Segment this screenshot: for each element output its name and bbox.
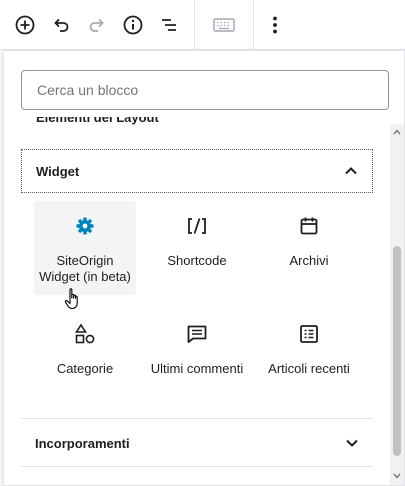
comment-icon [187, 325, 207, 343]
block-search-field[interactable] [21, 70, 389, 110]
info-icon [123, 15, 143, 35]
gear-icon [76, 217, 94, 235]
block-categories[interactable]: Categorie [34, 309, 136, 403]
keyboard-icon [213, 18, 235, 32]
block-label: Archivi [289, 253, 329, 268]
toolbar-separator [194, 0, 195, 50]
more-options-button[interactable] [257, 0, 293, 50]
section-divider [21, 418, 373, 419]
undo-icon [54, 18, 69, 32]
block-latest-comments[interactable]: Ultimi commenti [146, 309, 248, 403]
block-label: Articoli recenti [268, 361, 350, 376]
block-archives[interactable]: Archivi [258, 201, 360, 295]
info-button[interactable] [115, 0, 151, 50]
block-shortcode[interactable]: Shortcode [146, 201, 248, 295]
redo-icon [89, 18, 104, 32]
block-label: Ultimi commenti [150, 361, 244, 376]
plus-circle-icon [15, 15, 35, 35]
scroll-down-arrow-icon[interactable] [393, 472, 401, 480]
scrollbar[interactable] [390, 124, 404, 485]
shortcode-icon [188, 218, 206, 234]
layout-section-heading[interactable]: Elementi del Layout [36, 117, 159, 130]
widget-section-title: Widget [36, 163, 80, 179]
hand-pointer-cursor-icon [64, 288, 78, 310]
calendar-icon [300, 217, 318, 235]
more-vertical-icon [273, 16, 277, 34]
outline-button[interactable] [151, 0, 187, 50]
block-label: Shortcode [167, 253, 227, 268]
block-label: SiteOrigin Widget (in beta) [39, 253, 131, 284]
toolbar-separator [253, 0, 254, 50]
embeds-section-title: Incorporamenti [35, 435, 130, 451]
scrollbar-thumb[interactable] [393, 246, 401, 456]
chevron-down-icon [346, 439, 358, 447]
list-view-icon [300, 325, 318, 343]
list-icon [162, 19, 176, 31]
widget-section-toggle[interactable]: Widget [21, 149, 373, 193]
undo-button[interactable] [43, 0, 79, 50]
chevron-up-icon [345, 167, 357, 175]
block-latest-posts[interactable]: Articoli recenti [258, 309, 360, 403]
block-search-input[interactable] [37, 82, 373, 98]
keyboard-button[interactable] [206, 0, 242, 50]
scroll-up-arrow-icon[interactable] [393, 128, 401, 136]
editor-toolbar [0, 0, 405, 50]
section-divider [21, 466, 373, 467]
redo-button[interactable] [79, 0, 115, 50]
shapes-icon [75, 323, 95, 344]
block-inserter-panel: Elementi del Layout Widget [3, 50, 405, 486]
block-label: Categorie [56, 361, 114, 376]
embeds-section-toggle[interactable]: Incorporamenti [21, 420, 373, 466]
block-siteorigin-widget[interactable]: SiteOrigin Widget (in beta) [34, 201, 136, 295]
add-block-button[interactable] [7, 0, 43, 50]
